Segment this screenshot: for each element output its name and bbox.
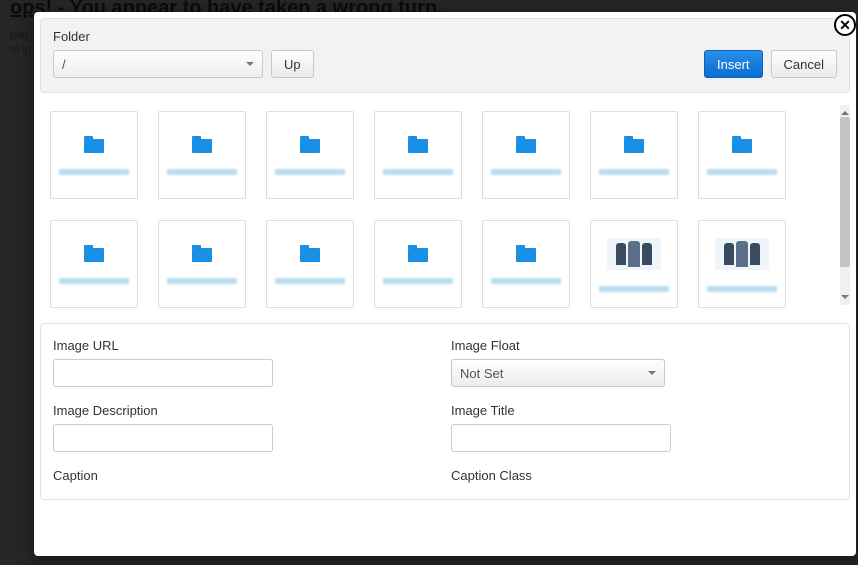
up-button[interactable]: Up (271, 50, 314, 78)
folder-item[interactable] (266, 220, 354, 308)
folder-label: Folder (53, 29, 314, 44)
folder-group: Folder / Up (53, 29, 314, 78)
close-icon: ✕ (839, 18, 851, 32)
item-label (383, 169, 453, 175)
item-label (491, 278, 561, 284)
image-properties-form: Image URL Image Description Caption Imag… (40, 323, 850, 500)
item-label (491, 169, 561, 175)
folder-item[interactable] (50, 220, 138, 308)
folder-icon (732, 139, 752, 153)
image-picker-dialog: Folder / Up Insert Cancel Image URL (34, 12, 856, 556)
folder-select-value: / (62, 57, 66, 72)
folder-icon (516, 248, 536, 262)
item-label (59, 278, 129, 284)
item-label (599, 286, 669, 292)
folder-icon (192, 248, 212, 262)
folder-select[interactable]: / (53, 50, 263, 78)
scroll-up-icon (841, 107, 849, 115)
item-label (167, 278, 237, 284)
dialog-header: Folder / Up Insert Cancel (40, 18, 850, 93)
folder-item[interactable] (158, 111, 246, 199)
folder-icon (516, 139, 536, 153)
dialog-actions: Insert Cancel (704, 50, 837, 78)
item-label (275, 169, 345, 175)
folder-item[interactable] (158, 220, 246, 308)
folder-item[interactable] (482, 220, 570, 308)
caption-class-label: Caption Class (451, 468, 837, 483)
image-url-label: Image URL (53, 338, 439, 353)
image-title-label: Image Title (451, 403, 837, 418)
folder-item[interactable] (50, 111, 138, 199)
image-description-label: Image Description (53, 403, 439, 418)
folder-icon (84, 139, 104, 153)
image-float-select[interactable]: Not Set (451, 359, 665, 387)
folder-item[interactable] (482, 111, 570, 199)
item-label (383, 278, 453, 284)
folder-icon (300, 248, 320, 262)
item-label (707, 286, 777, 292)
item-label (707, 169, 777, 175)
browser-scrollbar[interactable] (840, 105, 850, 305)
image-float-value: Not Set (460, 366, 503, 381)
folder-icon (84, 248, 104, 262)
folder-icon (300, 139, 320, 153)
insert-button[interactable]: Insert (704, 50, 763, 78)
item-label (59, 169, 129, 175)
folder-icon (192, 139, 212, 153)
item-label (167, 169, 237, 175)
scroll-down-icon (841, 295, 849, 303)
image-item[interactable] (698, 220, 786, 308)
close-button[interactable]: ✕ (834, 14, 856, 36)
folder-item[interactable] (698, 111, 786, 199)
file-browser (40, 99, 850, 317)
folder-item[interactable] (374, 220, 462, 308)
folder-item[interactable] (266, 111, 354, 199)
cancel-button[interactable]: Cancel (771, 50, 837, 78)
file-grid (46, 111, 844, 309)
image-item[interactable] (590, 220, 678, 308)
image-thumbnail (715, 238, 769, 270)
caption-label: Caption (53, 468, 439, 483)
image-thumbnail (607, 238, 661, 270)
folder-icon (408, 248, 428, 262)
image-float-label: Image Float (451, 338, 837, 353)
item-label (275, 278, 345, 284)
image-title-input[interactable] (451, 424, 671, 452)
folder-item[interactable] (590, 111, 678, 199)
scroll-thumb[interactable] (840, 117, 850, 267)
item-label (599, 169, 669, 175)
image-description-input[interactable] (53, 424, 273, 452)
folder-icon (624, 139, 644, 153)
folder-icon (408, 139, 428, 153)
image-url-input[interactable] (53, 359, 273, 387)
folder-item[interactable] (374, 111, 462, 199)
